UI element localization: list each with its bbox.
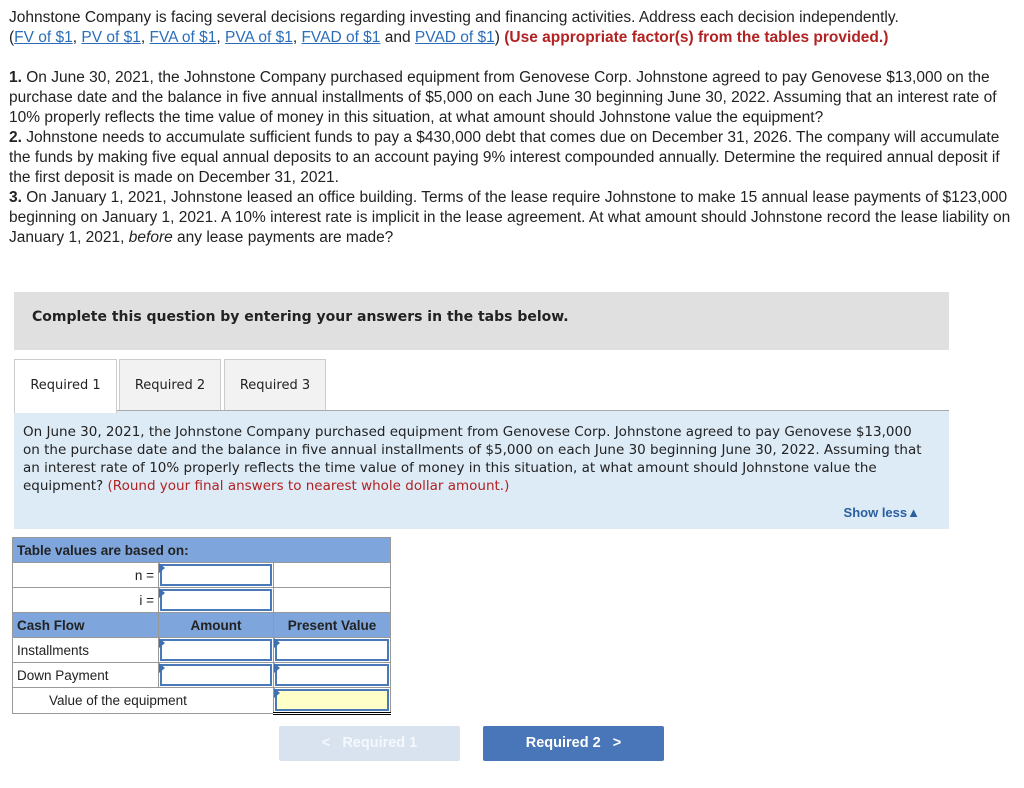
problem-text: any lease payments are made? xyxy=(172,229,394,246)
installments-amount-input[interactable] xyxy=(158,637,274,663)
empty-cell xyxy=(273,587,391,613)
problem-number: 1. xyxy=(9,69,22,86)
input-flag-icon xyxy=(159,638,165,648)
pvad-link[interactable]: PVAD of $1 xyxy=(415,29,495,46)
down-payment-pv-input[interactable] xyxy=(273,662,391,688)
input-flag-icon xyxy=(274,688,280,698)
show-less-button[interactable]: Show less▲ xyxy=(844,505,920,520)
answer-table: Table values are based on: n = i = Cash … xyxy=(12,537,391,715)
input-box[interactable] xyxy=(275,689,389,711)
i-input[interactable] xyxy=(158,587,274,613)
input-flag-icon xyxy=(159,588,165,598)
next-label: Required 2 xyxy=(525,735,601,751)
triangle-up-icon: ▲ xyxy=(907,505,920,520)
table-row: Installments xyxy=(12,637,391,663)
input-box[interactable] xyxy=(275,639,389,661)
problem-text-italic: before xyxy=(128,229,173,246)
instruction-banner: Complete this question by entering your … xyxy=(14,292,949,350)
i-input-box[interactable] xyxy=(160,589,272,611)
n-label: n = xyxy=(12,562,159,588)
problem-3: 3. On January 1, 2021, Johnstone leased … xyxy=(9,188,1019,248)
problems: 1. On June 30, 2021, the Johnstone Compa… xyxy=(9,68,1019,248)
pva-link[interactable]: PVA of $1 xyxy=(225,29,293,46)
input-flag-icon xyxy=(159,663,165,673)
problem-2: 2. Johnstone needs to accumulate suffici… xyxy=(9,128,1019,188)
prev-required-button[interactable]: < Required 1 xyxy=(279,726,460,761)
installments-pv-input[interactable] xyxy=(273,637,391,663)
input-flag-icon xyxy=(274,638,280,648)
problem-number: 3. xyxy=(9,189,22,206)
banner-text: Complete this question by entering your … xyxy=(32,309,569,325)
question-panel: On June 30, 2021, the Johnstone Company … xyxy=(14,411,949,529)
input-flag-icon xyxy=(274,663,280,673)
chevron-left-icon: < xyxy=(321,735,331,751)
total-label: Value of the equipment xyxy=(12,687,274,714)
problem-1: 1. On June 30, 2021, the Johnstone Compa… xyxy=(9,68,1019,128)
col-amount: Amount xyxy=(158,612,274,638)
instruction: (Use appropriate factor(s) from the tabl… xyxy=(504,29,889,46)
problem-number: 2. xyxy=(9,129,22,146)
tab-required-1[interactable]: Required 1 xyxy=(14,359,117,413)
pv-link[interactable]: PV of $1 xyxy=(81,29,140,46)
col-cash-flow: Cash Flow xyxy=(12,612,159,638)
input-box[interactable] xyxy=(275,664,389,686)
problem-text: On June 30, 2021, the Johnstone Company … xyxy=(9,69,997,126)
i-label: i = xyxy=(12,587,159,613)
total-row: Value of the equipment xyxy=(12,687,391,715)
chevron-right-icon: > xyxy=(612,735,622,751)
tab-required-2[interactable]: Required 2 xyxy=(119,359,221,411)
question-description: On June 30, 2021, the Johnstone Company … xyxy=(23,423,923,495)
show-less-label: Show less xyxy=(843,505,908,520)
input-box[interactable] xyxy=(160,639,272,661)
rounding-hint: (Round your final answers to nearest who… xyxy=(107,478,510,494)
down-payment-amount-input[interactable] xyxy=(158,662,274,688)
problem-text: Johnstone needs to accumulate sufficient… xyxy=(9,129,1000,186)
empty-cell xyxy=(273,562,391,588)
n-input-box[interactable] xyxy=(160,564,272,586)
fva-link[interactable]: FVA of $1 xyxy=(149,29,216,46)
intro: Johnstone Company is facing several deci… xyxy=(9,9,899,46)
tab-required-3[interactable]: Required 3 xyxy=(224,359,326,411)
fvad-link[interactable]: FVAD of $1 xyxy=(301,29,380,46)
n-input[interactable] xyxy=(158,562,274,588)
input-flag-icon xyxy=(159,563,165,573)
intro-text: Johnstone Company is facing several deci… xyxy=(9,9,899,26)
prev-label: Required 1 xyxy=(342,735,418,751)
row-label: Down Payment xyxy=(12,662,159,688)
next-required-button[interactable]: Required 2 > xyxy=(483,726,664,761)
input-box[interactable] xyxy=(160,664,272,686)
fv-link[interactable]: FV of $1 xyxy=(14,29,73,46)
table-row: Down Payment xyxy=(12,662,391,688)
equipment-value-input[interactable] xyxy=(273,687,391,715)
col-present-value: Present Value xyxy=(273,612,391,638)
table-header: Table values are based on: xyxy=(12,537,391,563)
and-text: and xyxy=(384,29,411,46)
row-label: Installments xyxy=(12,637,159,663)
